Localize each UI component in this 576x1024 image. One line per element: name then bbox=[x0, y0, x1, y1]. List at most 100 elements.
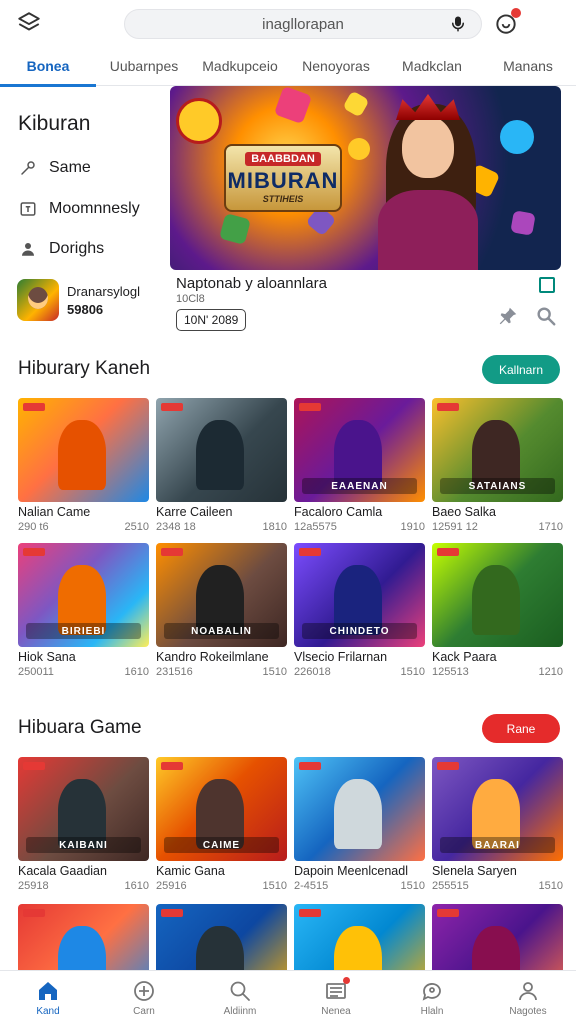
game-size: 1610 bbox=[124, 880, 149, 892]
featured-app[interactable]: Dranarsylogl 59806 bbox=[17, 279, 140, 321]
game-stat: 125513 bbox=[432, 666, 469, 678]
logo-sub-text: STTIHEIS bbox=[262, 194, 304, 204]
game-thumbnail: NOABALIN bbox=[156, 543, 287, 647]
game-meta: 255515 1510 bbox=[432, 880, 563, 892]
frame-icon bbox=[18, 199, 38, 219]
sidebar-item-2[interactable]: Dorighs bbox=[18, 239, 104, 259]
game-name: Slenela Saryen bbox=[432, 864, 517, 878]
hero-avatar bbox=[176, 98, 222, 144]
top-bar: inaglloraрan bbox=[0, 0, 576, 46]
game-thumbnail: EAAENAN bbox=[294, 398, 425, 502]
hero-subtitle: 10Cl8 bbox=[176, 293, 205, 305]
game-stat: 2348 18 bbox=[156, 521, 196, 533]
news-icon bbox=[324, 976, 350, 1003]
checkbox[interactable] bbox=[539, 277, 555, 293]
pin-icon[interactable] bbox=[497, 305, 519, 327]
nav-item-create[interactable]: Carn bbox=[96, 971, 192, 1024]
new-badge bbox=[299, 909, 321, 917]
new-badge bbox=[299, 762, 321, 770]
app-count: 59806 bbox=[67, 301, 104, 317]
hero-title: Naptonab y aloannlara bbox=[176, 275, 327, 292]
game-thumbnail: BIRIEBI bbox=[18, 543, 149, 647]
new-badge bbox=[437, 909, 459, 917]
game-card[interactable]: Nalian Came 290 t6 2510 bbox=[18, 398, 149, 533]
game-card[interactable]: NOABALIN Kandro Rokeilmlane 231516 1510 bbox=[156, 543, 287, 678]
game-size: 1210 bbox=[538, 666, 563, 678]
new-badge bbox=[437, 548, 459, 556]
nav-item-news[interactable]: Nenea bbox=[288, 971, 384, 1024]
game-card[interactable]: Karre Caileen 2348 18 1810 bbox=[156, 398, 287, 533]
game-card[interactable]: Kack Paara 125513 1210 bbox=[432, 543, 563, 678]
plus-circle-icon bbox=[134, 980, 154, 1001]
sidebar-item-1[interactable]: Moomnnesly bbox=[18, 199, 140, 219]
game-logo-text: NOABALIN bbox=[164, 623, 279, 639]
tab-3[interactable]: Nenoyoras bbox=[288, 46, 384, 86]
bottom-navigation: Kand Carn Aldiinm Nenea Hlaln Nagotes bbox=[0, 970, 576, 1024]
nav-label: Nagotes bbox=[509, 1005, 547, 1017]
search-text: inaglloraрan bbox=[262, 15, 344, 33]
tab-2[interactable]: Madkupceio bbox=[192, 46, 288, 86]
game-size: 1510 bbox=[262, 880, 287, 892]
game-card[interactable]: Dapoin Meenlcenadl 2-4515 1510 bbox=[294, 757, 425, 892]
section2-button[interactable]: Rane bbox=[482, 714, 560, 743]
game-stat: 12a5575 bbox=[294, 521, 337, 533]
game-stat: 25918 bbox=[18, 880, 49, 892]
game-thumbnail: CAIME bbox=[156, 757, 287, 861]
nav-item-profile[interactable]: Nagotes bbox=[480, 971, 576, 1024]
tab-5[interactable]: Manans bbox=[480, 46, 576, 86]
tab-1[interactable]: Uubarnpes bbox=[96, 46, 192, 86]
game-size: 1510 bbox=[538, 880, 563, 892]
sidebar-item-0[interactable]: Same bbox=[18, 158, 91, 178]
tab-4[interactable]: Madkclan bbox=[384, 46, 480, 86]
hero-tag[interactable]: 10N' 2089 bbox=[176, 309, 247, 331]
game-thumbnail: KAIBANI bbox=[18, 757, 149, 861]
tab-0[interactable]: Bonea bbox=[0, 46, 96, 87]
game-card[interactable]: CAIME Kamic Gana 25916 1510 bbox=[156, 757, 287, 892]
nav-item-home[interactable]: Kand bbox=[0, 971, 96, 1024]
game-card[interactable]: CHINDETO Vlsecio Frilarnan 226018 1510 bbox=[294, 543, 425, 678]
nav-label: Aldiinm bbox=[223, 1005, 257, 1017]
game-name: Kandro Rokeilmlane bbox=[156, 650, 269, 664]
hero-banner[interactable]: BAABBDAN MIBURAN STTIHEIS bbox=[170, 86, 561, 270]
new-badge bbox=[23, 762, 45, 770]
gem-decoration bbox=[500, 120, 534, 154]
logo-top-text: BAABBDAN bbox=[245, 152, 321, 166]
new-badge bbox=[299, 403, 321, 411]
section1-button[interactable]: Kallnarn bbox=[482, 355, 560, 384]
game-card[interactable]: EAAENAN Facaloro Camla 12a5575 1910 bbox=[294, 398, 425, 533]
game-meta: 226018 1510 bbox=[294, 666, 425, 678]
game-card[interactable]: BAARAI Slenela Saryen 255515 1510 bbox=[432, 757, 563, 892]
notification-button[interactable] bbox=[493, 8, 521, 36]
app-name: Dranarsylogl bbox=[67, 283, 140, 299]
game-card[interactable]: SATAIANS Baeo Salka 12591 12 1710 bbox=[432, 398, 563, 533]
gem-decoration bbox=[342, 90, 370, 118]
game-size: 1910 bbox=[400, 521, 425, 533]
new-badge bbox=[437, 403, 459, 411]
character-face bbox=[402, 116, 454, 178]
nav-item-chat[interactable]: Hlaln bbox=[384, 971, 480, 1024]
game-name: Facaloro Camla bbox=[294, 505, 383, 519]
search-icon bbox=[230, 981, 250, 1001]
search-icon[interactable] bbox=[535, 305, 557, 327]
microphone-icon[interactable] bbox=[449, 15, 467, 33]
nav-item-search[interactable]: Aldiinm bbox=[192, 971, 288, 1024]
game-thumbnail bbox=[156, 398, 287, 502]
search-input[interactable]: inaglloraрan bbox=[124, 9, 482, 39]
game-meta: 290 t6 2510 bbox=[18, 521, 149, 533]
game-card[interactable]: BIRIEBI Hiok Sana 250011 1610 bbox=[18, 543, 149, 678]
new-badge bbox=[437, 762, 459, 770]
game-meta: 12a5575 1910 bbox=[294, 521, 425, 533]
game-stat: 255515 bbox=[432, 880, 469, 892]
sidebar-item-label: Same bbox=[49, 159, 91, 176]
layers-icon[interactable] bbox=[16, 10, 42, 36]
game-thumbnail bbox=[294, 757, 425, 861]
game-stat: 12591 12 bbox=[432, 521, 478, 533]
game-logo-text: BAARAI bbox=[440, 837, 555, 853]
game-meta: 2348 18 1810 bbox=[156, 521, 287, 533]
nav-label: Kand bbox=[36, 1005, 60, 1017]
new-badge bbox=[161, 762, 183, 770]
game-name: Dapoin Meenlcenadl bbox=[294, 864, 408, 878]
game-card[interactable]: KAIBANI Kacala Gaadian 25918 1610 bbox=[18, 757, 149, 892]
game-logo-text: CAIME bbox=[164, 837, 279, 853]
game-meta: 25916 1510 bbox=[156, 880, 287, 892]
